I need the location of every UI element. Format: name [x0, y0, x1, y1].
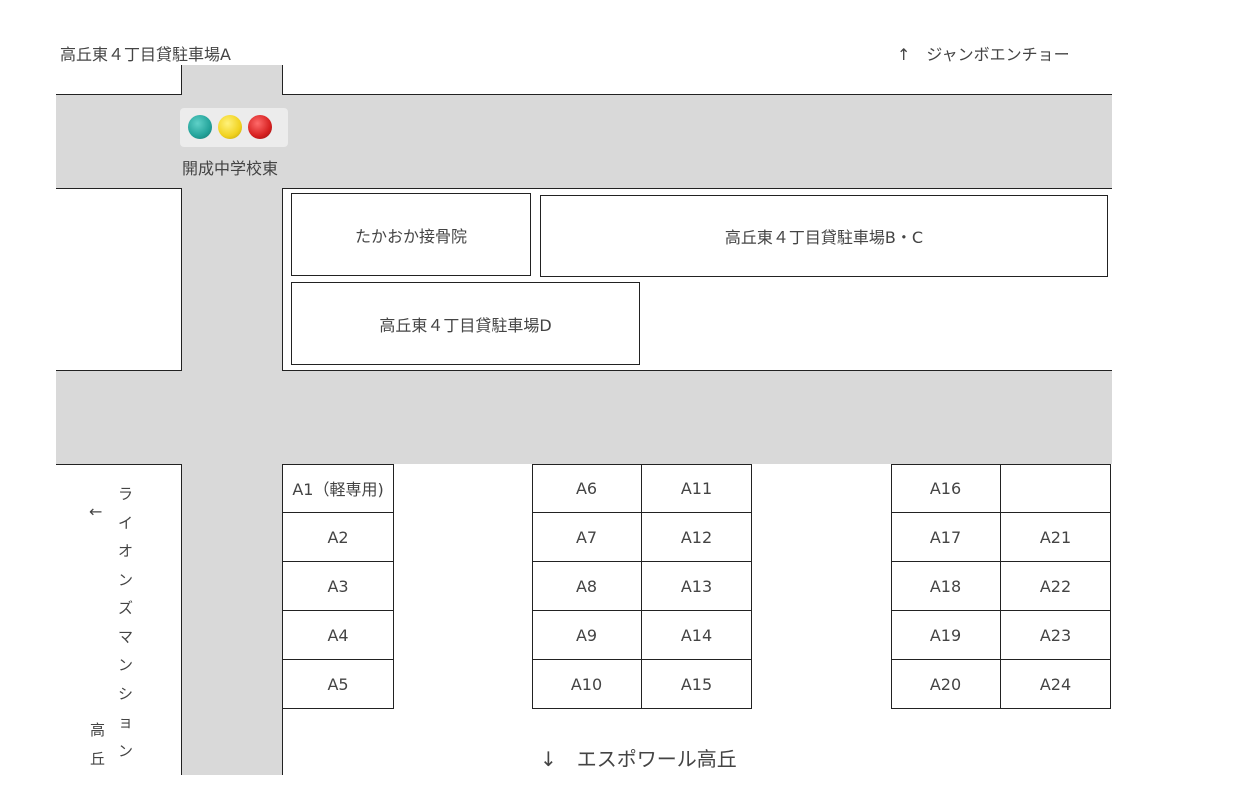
- parking-space: A18: [891, 562, 1001, 611]
- parking-space: A6: [532, 464, 642, 513]
- road-edge-line: [56, 464, 182, 465]
- takaoka-label: 高丘: [90, 716, 105, 773]
- road-edge-line: [181, 464, 182, 775]
- page-title: 高丘東４丁目貸駐車場A: [60, 45, 231, 64]
- parking-lot-bc: 高丘東４丁目貸駐車場B・C: [540, 195, 1108, 277]
- parking-space: A20: [891, 660, 1001, 709]
- takaoka-clinic-label: たかおか接骨院: [354, 226, 467, 246]
- parking-space: A11: [642, 464, 752, 513]
- parking-space: A12: [642, 513, 752, 562]
- takaoka-clinic: たかおか接骨院: [291, 193, 531, 276]
- parking-lot-d: 高丘東４丁目貸駐車場D: [291, 282, 640, 365]
- parking-space: A3: [283, 562, 394, 611]
- parking-space: A14: [642, 611, 752, 660]
- road-edge-line: [282, 94, 1112, 95]
- vertical-char: シ: [118, 684, 134, 703]
- parking-space: A2: [283, 513, 394, 562]
- road-edge-line: [56, 94, 182, 95]
- road-edge-line: [282, 188, 1112, 189]
- signal-red-lamp: [248, 115, 272, 139]
- left-arrow-icon: ←: [89, 502, 103, 521]
- parking-lot-d-label: 高丘東４丁目貸駐車場D: [379, 315, 552, 335]
- vertical-char: ン: [118, 570, 134, 589]
- road-edge-line: [56, 188, 182, 189]
- lions-mansion-label: ライオンズマンション: [118, 480, 133, 765]
- parking-space: A15: [642, 660, 752, 709]
- vertical-char: ラ: [118, 485, 134, 503]
- vertical-char: ズ: [118, 599, 134, 617]
- vertical-char: マ: [118, 627, 134, 646]
- parking-space: [1001, 464, 1111, 513]
- signal-green-lamp: [188, 115, 212, 139]
- vertical-char: ョ: [118, 713, 134, 731]
- parking-space: A24: [1001, 660, 1111, 709]
- road-edge-line: [181, 188, 182, 370]
- road-edge-line: [282, 370, 1112, 371]
- direction-label-north: ↑ ジャンボエンチョー: [897, 45, 1070, 64]
- parking-space: A1（軽専用): [283, 464, 394, 513]
- signal-yellow-lamp: [218, 115, 242, 139]
- parking-space: A5: [283, 660, 394, 709]
- direction-label-south: ↓ エスポワール高丘: [540, 747, 737, 771]
- parking-space: A10: [532, 660, 642, 709]
- vertical-char: 高: [90, 721, 106, 739]
- parking-space: A13: [642, 562, 752, 611]
- parking-space: A23: [1001, 611, 1111, 660]
- parking-space: A17: [891, 513, 1001, 562]
- traffic-signal-icon: [180, 108, 288, 147]
- road-edge-line: [181, 65, 182, 95]
- vertical-char: イ: [118, 513, 134, 532]
- vertical-char: ン: [118, 741, 134, 760]
- parking-space: A7: [532, 513, 642, 562]
- parking-space: A9: [532, 611, 642, 660]
- parking-space: A4: [283, 611, 394, 660]
- signal-label: 開成中学校東: [182, 159, 279, 178]
- vertical-char: オ: [118, 542, 134, 560]
- road-edge-line: [282, 188, 283, 370]
- vertical-char: ン: [118, 656, 134, 674]
- parking-space: A16: [891, 464, 1001, 513]
- parking-space: A8: [532, 562, 642, 611]
- parking-space: A22: [1001, 562, 1111, 611]
- road-edge-line: [282, 65, 283, 95]
- parking-space: A21: [1001, 513, 1111, 562]
- parking-lot-bc-label: 高丘東４丁目貸駐車場B・C: [724, 228, 924, 247]
- vertical-char: 丘: [90, 749, 106, 768]
- road-edge-line: [56, 370, 182, 371]
- parking-space: A19: [891, 611, 1001, 660]
